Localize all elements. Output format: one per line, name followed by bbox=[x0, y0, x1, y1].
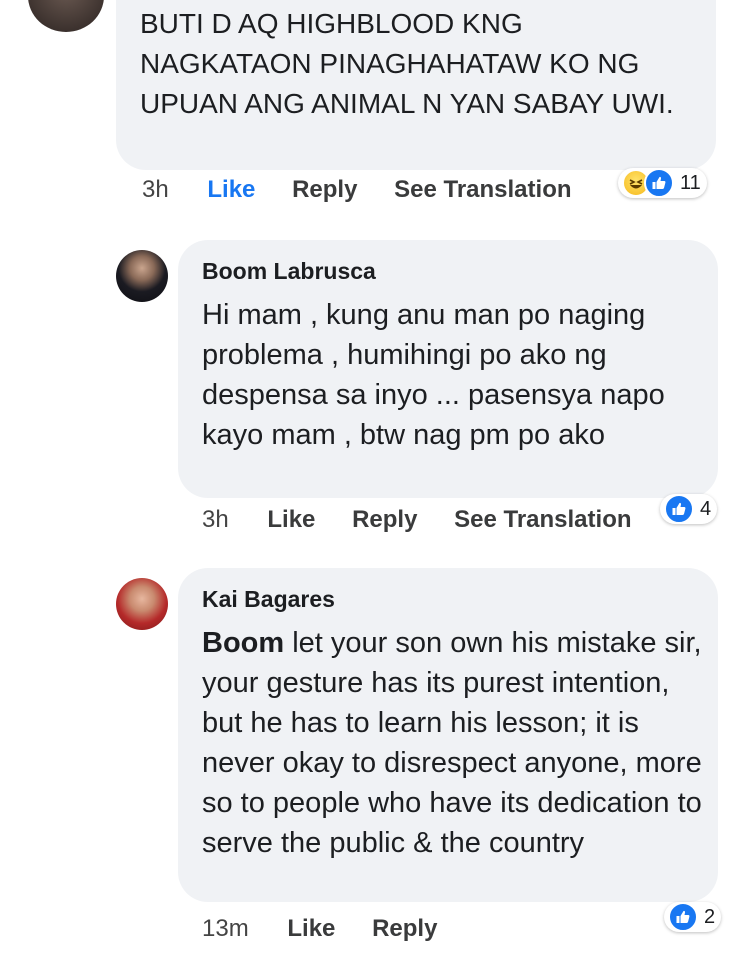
comment-text: Boom let your son own his mistake sir, y… bbox=[202, 623, 702, 863]
see-translation-link[interactable]: See Translation bbox=[454, 506, 631, 534]
like-button[interactable]: Like bbox=[287, 915, 335, 943]
reactions-summary[interactable]: 11 bbox=[618, 168, 707, 198]
comment-actions: 3h Like Reply See Translation bbox=[202, 506, 662, 534]
comment-author[interactable]: Kai Bagares bbox=[202, 586, 696, 613]
reactions-summary[interactable]: 2 bbox=[664, 902, 722, 932]
comment-text: Hi mam , kung anu man po naging problema… bbox=[202, 299, 665, 451]
avatar[interactable] bbox=[116, 578, 168, 630]
reaction-count: 2 bbox=[704, 905, 716, 928]
like-button[interactable]: Like bbox=[207, 176, 255, 204]
reply-button[interactable]: Reply bbox=[292, 176, 357, 204]
comment-bubble: Kai Bagares Boom let your son own his mi… bbox=[178, 568, 718, 902]
timestamp: 3h bbox=[202, 506, 229, 533]
avatar[interactable] bbox=[116, 250, 168, 302]
reply-button[interactable]: Reply bbox=[352, 506, 417, 534]
see-translation-link[interactable]: See Translation bbox=[394, 176, 571, 204]
avatar[interactable] bbox=[28, 0, 104, 32]
timestamp: 13m bbox=[202, 915, 249, 942]
comment-author[interactable]: Boom Labrusca bbox=[202, 258, 696, 285]
reactions-summary[interactable]: 4 bbox=[660, 494, 718, 524]
comment-body: let your son own his mistake sir, your g… bbox=[202, 627, 702, 859]
comment-bubble: BUTI D AQ HIGHBLOOD KNG NAGKATAON PINAGH… bbox=[116, 0, 716, 170]
comment-actions: 13m Like Reply bbox=[202, 915, 467, 943]
reply-button[interactable]: Reply bbox=[372, 915, 437, 943]
comment-bubble: Boom Labrusca Hi mam , kung anu man po n… bbox=[178, 240, 718, 498]
timestamp: 3h bbox=[142, 176, 169, 203]
reaction-count: 4 bbox=[700, 497, 712, 520]
like-icon bbox=[664, 494, 694, 524]
reaction-count: 11 bbox=[680, 171, 701, 194]
like-icon bbox=[644, 168, 674, 198]
comment-text: BUTI D AQ HIGHBLOOD KNG NAGKATAON PINAGH… bbox=[140, 8, 674, 119]
mention-tag[interactable]: Boom bbox=[202, 627, 284, 659]
comment-actions: 3h Like Reply See Translation bbox=[142, 176, 602, 204]
like-button[interactable]: Like bbox=[267, 506, 315, 534]
like-icon bbox=[668, 902, 698, 932]
